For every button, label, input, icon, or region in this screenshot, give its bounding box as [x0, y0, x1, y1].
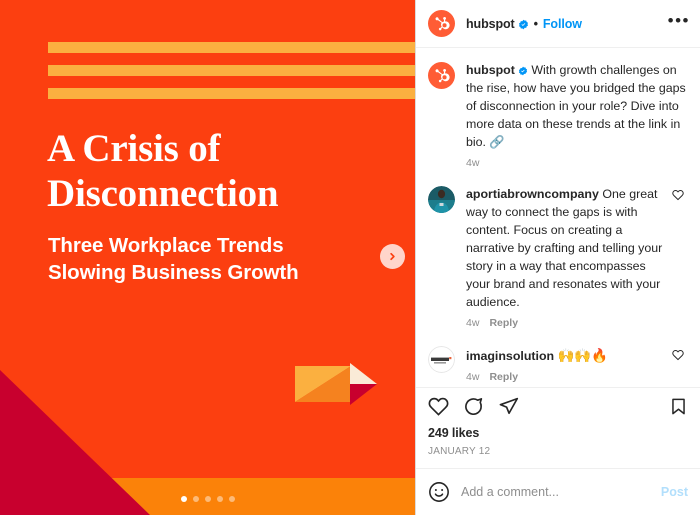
caption-text-group: hubspot With growth challenges on the ri…: [466, 62, 688, 152]
stripe-1: [48, 42, 415, 53]
hubspot-sprocket-icon[interactable]: [428, 10, 455, 37]
hubspot-sprocket-icon[interactable]: [428, 62, 455, 89]
caption-username[interactable]: hubspot: [466, 63, 515, 77]
caption-timestamp: 4w: [466, 156, 480, 169]
share-paper-plane-icon[interactable]: [498, 396, 519, 417]
chevron-right-icon: [387, 251, 398, 262]
comment-item: aportiabrowncompany One great way to con…: [428, 185, 688, 329]
media-headline-line-1: A Crisis of: [47, 127, 221, 170]
decorative-stripes: [48, 42, 415, 111]
comment-item: imaginsolution 🙌🙌🔥 4w Reply: [428, 345, 688, 383]
carousel-dot-2[interactable]: [192, 496, 199, 502]
bookmark-outline-icon[interactable]: [669, 397, 688, 416]
comment-timestamp: 4w: [466, 370, 480, 383]
follow-button[interactable]: Follow: [543, 17, 582, 31]
stripe-3: [48, 88, 415, 99]
reply-button[interactable]: Reply: [489, 371, 518, 383]
comment-text-group: aportiabrowncompany One great way to con…: [466, 186, 666, 312]
verified-badge-icon: [518, 66, 528, 76]
header-username-group: hubspot • Follow: [466, 17, 582, 31]
instagram-post-view: A Crisis of Disconnection Three Workplac…: [0, 0, 700, 515]
comment-text: 🙌🙌🔥: [557, 347, 608, 363]
carousel-dot-4[interactable]: [216, 496, 223, 502]
comment-meta: 4w Reply: [466, 317, 666, 329]
comment-text: One great way to connect the gaps is wit…: [466, 186, 663, 309]
comment-body: aportiabrowncompany One great way to con…: [466, 186, 666, 329]
stripe-2: [48, 65, 415, 76]
comment-bubble-icon[interactable]: [463, 396, 484, 417]
likes-count[interactable]: 249 likes: [428, 426, 688, 440]
next-slide-button[interactable]: [380, 244, 405, 269]
post-media[interactable]: A Crisis of Disconnection Three Workplac…: [0, 0, 415, 515]
post-sidebar: hubspot • Follow ••• hubspot With growth c…: [415, 0, 700, 515]
carousel-dot-3[interactable]: [204, 496, 211, 502]
comment-body: imaginsolution 🙌🙌🔥 4w Reply: [466, 346, 666, 383]
post-comment-button[interactable]: Post: [661, 485, 688, 499]
comment-username[interactable]: imaginsolution: [466, 349, 554, 363]
action-icons-row: [428, 396, 688, 417]
heart-outline-icon[interactable]: [672, 186, 688, 329]
reply-button[interactable]: Reply: [489, 317, 518, 329]
comment-text-group: imaginsolution 🙌🙌🔥: [466, 346, 666, 366]
verified-badge-icon: [518, 19, 529, 30]
caption-meta: 4w: [466, 157, 688, 169]
header-separator: •: [533, 16, 538, 31]
comment-input[interactable]: [461, 485, 653, 499]
more-options-icon[interactable]: •••: [668, 12, 690, 32]
post-header: hubspot • Follow •••: [416, 0, 700, 48]
media-subheadline-line-1: Three Workplace Trends: [48, 234, 284, 257]
header-username[interactable]: hubspot: [466, 17, 515, 31]
arrow-head-crimson: [350, 384, 377, 405]
add-comment-bar: Post: [416, 468, 700, 515]
carousel-indicator: [0, 496, 415, 502]
arrow-graphic: [295, 363, 377, 405]
post-date: JANUARY 12: [428, 446, 491, 457]
media-subheadline-line-2: Slowing Business Growth: [48, 261, 299, 285]
post-actions: 249 likes JANUARY 12: [416, 387, 700, 468]
media-headline-line-2: Disconnection: [47, 172, 279, 216]
smiley-face-icon[interactable]: [428, 481, 450, 503]
comment-meta: 4w Reply: [466, 371, 666, 383]
heart-outline-icon[interactable]: [428, 396, 449, 417]
carousel-dot-1[interactable]: [180, 496, 187, 502]
media-subheadline: Three Workplace Trends Slowing Business …: [48, 232, 378, 286]
heart-outline-icon[interactable]: [672, 346, 688, 383]
user-photo-avatar[interactable]: [428, 185, 455, 213]
comments-list: hubspot With growth challenges on the ri…: [416, 48, 700, 387]
comment-username[interactable]: aportiabrowncompany: [466, 187, 599, 201]
arrow-head-cream: [350, 363, 377, 384]
carousel-dot-5[interactable]: [228, 496, 235, 502]
crimson-wedge: [0, 370, 150, 515]
imagine-logo-avatar[interactable]: [428, 345, 455, 373]
caption-body: hubspot With growth challenges on the ri…: [466, 62, 688, 169]
comment-timestamp: 4w: [466, 316, 480, 329]
media-headline: A Crisis of Disconnection: [47, 126, 377, 216]
post-caption: hubspot With growth challenges on the ri…: [428, 62, 688, 169]
